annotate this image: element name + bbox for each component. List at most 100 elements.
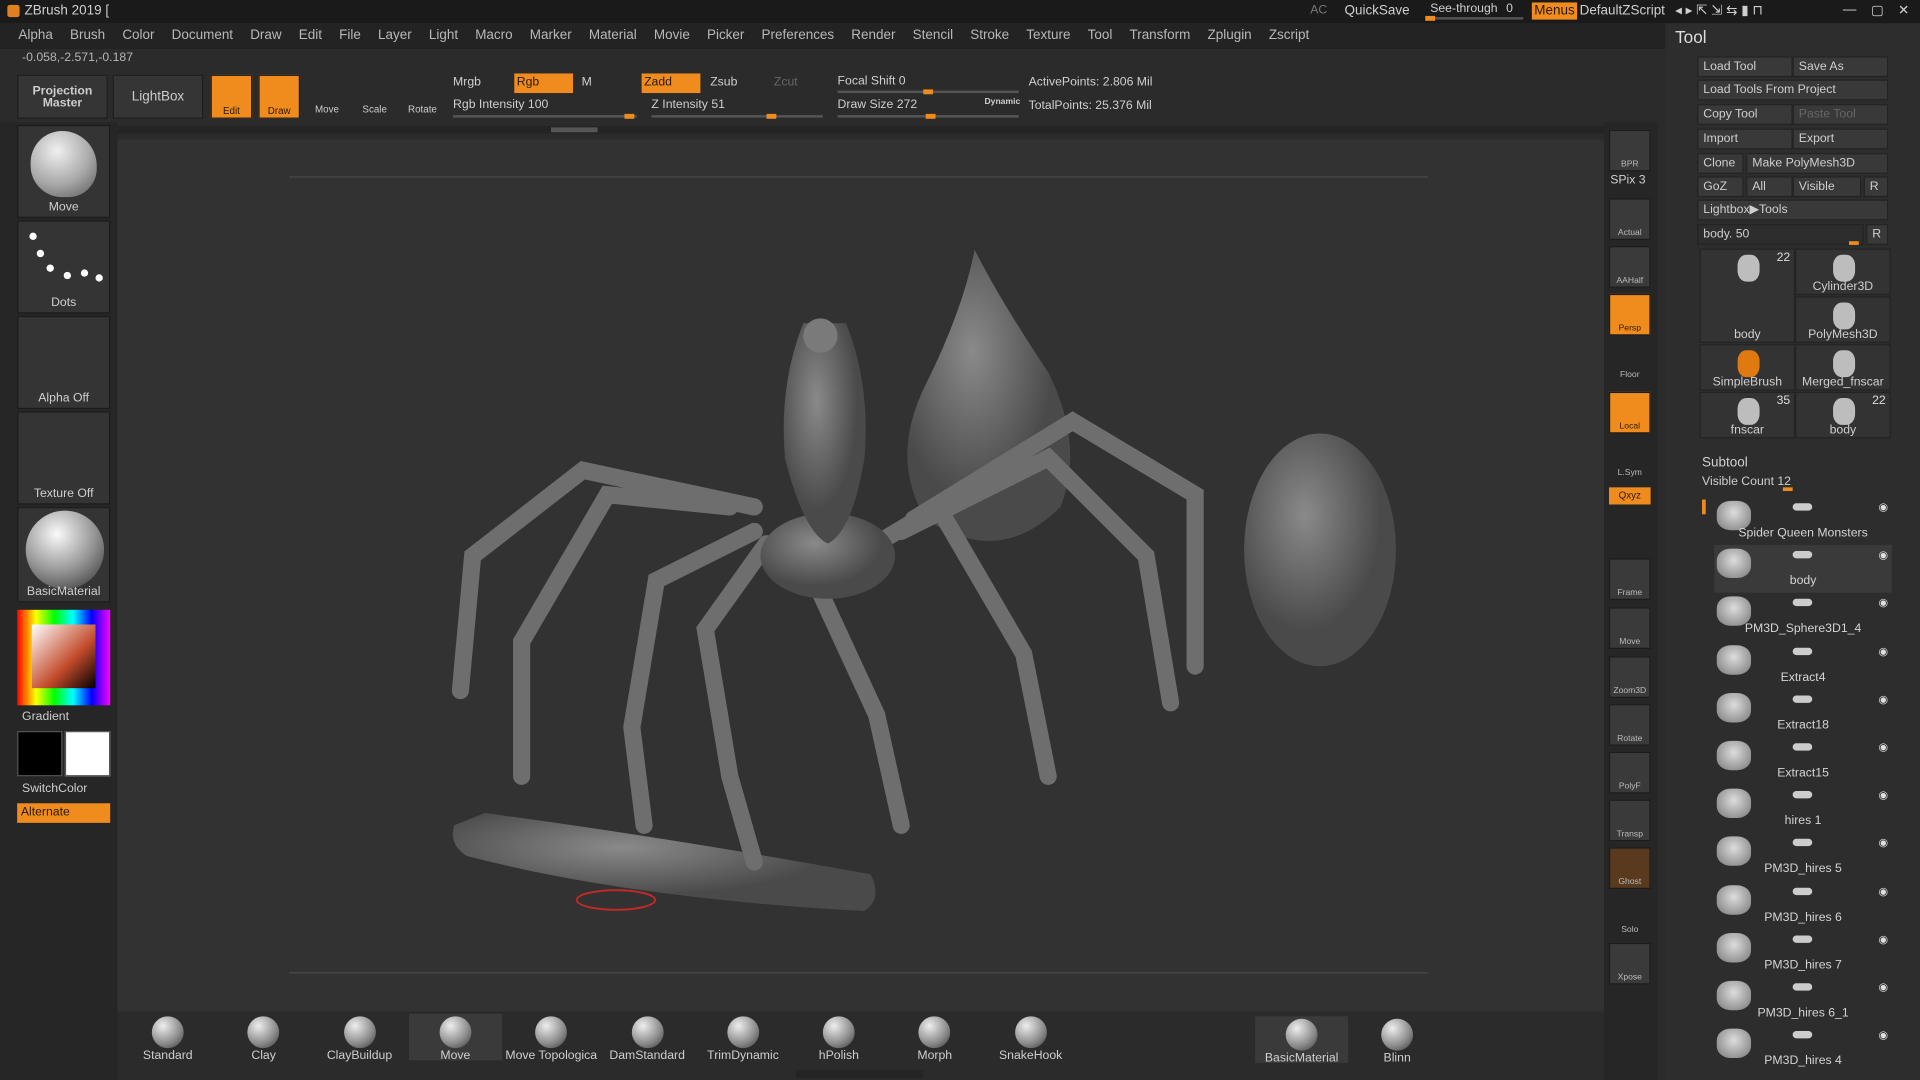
focal-shift-label[interactable]: Focal Shift 0 [838, 75, 906, 88]
eye-icon[interactable]: ◉ [1879, 837, 1889, 850]
subtool-item[interactable]: ◉ Extract18 [1714, 689, 1892, 737]
rgb-button[interactable]: Rgb [514, 73, 574, 94]
menu-color[interactable]: Color [114, 23, 163, 49]
subtool-header[interactable]: Subtool [1702, 456, 1748, 471]
lightbox-tools-button[interactable]: Lightbox▶Tools [1697, 199, 1889, 221]
brush-button[interactable]: SnakeHook [984, 1014, 1077, 1063]
subtool-toggle[interactable] [1792, 599, 1813, 607]
copy-tool-button[interactable]: Copy Tool [1697, 104, 1793, 125]
brush-button[interactable]: DamStandard [601, 1014, 694, 1063]
eye-icon[interactable]: ◉ [1879, 789, 1889, 802]
edit-mode-button[interactable]: Edit [210, 74, 253, 119]
menu-layer[interactable]: Layer [369, 23, 420, 49]
menu-edit[interactable]: Edit [290, 23, 330, 49]
texture-selector[interactable]: Texture Off [17, 411, 111, 505]
menu-zscript[interactable]: Zscript [1260, 23, 1318, 49]
subtool-item[interactable]: ◉ PM3D_hires 6 [1714, 881, 1892, 929]
subtool-item[interactable]: ◉ PM3D_hires 4 [1714, 1025, 1892, 1073]
load-tool-button[interactable]: Load Tool [1697, 56, 1793, 78]
menu-light[interactable]: Light [420, 23, 466, 49]
subtool-item[interactable]: ◉ body [1714, 545, 1892, 593]
make-polymesh-button[interactable]: Make PolyMesh3D [1746, 153, 1889, 174]
import-button[interactable]: Import [1697, 128, 1793, 150]
z-intensity-label[interactable]: Z Intensity 51 [651, 98, 725, 111]
subtool-toggle[interactable] [1792, 887, 1813, 895]
menu-brush[interactable]: Brush [61, 23, 113, 49]
menu-picker[interactable]: Picker [698, 23, 753, 49]
brush-button[interactable]: Clay [217, 1014, 310, 1063]
alpha-selector[interactable]: Alpha Off [17, 315, 111, 409]
aahalf-button[interactable]: AAHalf [1608, 246, 1651, 288]
brush-button[interactable]: Morph [888, 1014, 981, 1063]
m-button[interactable]: M [582, 76, 592, 89]
brush-button[interactable]: Standard [121, 1014, 214, 1063]
material-button[interactable]: Blinn [1351, 1016, 1444, 1065]
eye-icon[interactable]: ◉ [1879, 1029, 1889, 1042]
brush-button[interactable]: Move Topologica [505, 1014, 598, 1063]
brush-button[interactable]: hPolish [792, 1014, 885, 1063]
body-slider[interactable]: body. 50 [1697, 224, 1864, 245]
menu-texture[interactable]: Texture [1018, 23, 1079, 49]
ghost-button[interactable]: Ghost [1608, 847, 1651, 889]
menus-button[interactable]: Menus [1531, 2, 1578, 20]
subtool-item[interactable]: ◉ PM3D_hires 5 [1714, 833, 1892, 881]
actual-button[interactable]: Actual [1608, 198, 1651, 241]
default-zscript-button[interactable]: DefaultZScript [1580, 4, 1665, 19]
color-picker[interactable] [17, 609, 111, 706]
focal-shift-slider[interactable] [837, 89, 1019, 95]
clone-button[interactable]: Clone [1697, 153, 1744, 174]
brush-button[interactable]: Move [408, 1013, 502, 1063]
menu-tool[interactable]: Tool [1079, 23, 1121, 49]
menu-marker[interactable]: Marker [521, 23, 580, 49]
subtool-toggle[interactable] [1792, 551, 1813, 559]
subtool-toggle[interactable] [1792, 695, 1813, 703]
move-view-button[interactable]: Move [1608, 607, 1651, 649]
move-mode-button[interactable]: Move [306, 74, 348, 119]
draw-size-label[interactable]: Draw Size 272 [838, 98, 918, 111]
scale-mode-button[interactable]: Scale [353, 74, 396, 119]
subtool-toggle[interactable] [1792, 1031, 1813, 1039]
tool-header[interactable]: Tool [1675, 27, 1706, 47]
menu-draw[interactable]: Draw [242, 23, 291, 49]
eye-icon[interactable]: ◉ [1879, 741, 1889, 754]
eye-icon[interactable]: ◉ [1879, 933, 1889, 946]
rotate-mode-button[interactable]: Rotate [401, 74, 444, 119]
eye-icon[interactable]: ◉ [1879, 501, 1889, 514]
subtool-item[interactable]: ◉ Spider Queen Monsters [1714, 497, 1892, 545]
mrgb-button[interactable]: Mrgb [453, 76, 481, 89]
tool-thumb[interactable]: body 22 [1795, 391, 1891, 439]
xpose-button[interactable]: Xpose [1608, 942, 1651, 985]
menu-material[interactable]: Material [580, 23, 645, 49]
seethrough-slider[interactable] [1425, 15, 1524, 21]
load-tools-from-project-button[interactable]: Load Tools From Project [1697, 79, 1889, 101]
main-color-swatch[interactable] [17, 731, 63, 777]
subtool-item[interactable]: ◉ PM3D_Sphere3D1_4 [1714, 593, 1892, 641]
menu-macro[interactable]: Macro [467, 23, 522, 49]
brush-selector[interactable]: Move [17, 124, 111, 218]
lightbox-button[interactable]: LightBox [112, 74, 204, 119]
draw-size-slider[interactable] [837, 113, 1019, 119]
menu-stroke[interactable]: Stroke [962, 23, 1018, 49]
stroke-selector[interactable]: Dots [17, 220, 111, 314]
top-scrollbar[interactable] [117, 126, 1605, 134]
menu-zplugin[interactable]: Zplugin [1199, 23, 1260, 49]
zcut-button[interactable]: Zcut [774, 76, 798, 89]
subtool-toggle[interactable] [1792, 791, 1813, 799]
goz-button[interactable]: GoZ [1697, 176, 1744, 198]
bottom-scrollbar[interactable] [795, 1070, 924, 1078]
z-intensity-slider[interactable] [651, 113, 823, 119]
eye-icon[interactable]: ◉ [1879, 981, 1889, 994]
transp-button[interactable]: Transp [1608, 799, 1651, 842]
eye-icon[interactable]: ◉ [1879, 549, 1889, 562]
bpr-button[interactable]: BPR [1608, 129, 1651, 172]
menu-alpha[interactable]: Alpha [10, 23, 62, 49]
quicksave-button[interactable]: QuickSave [1344, 4, 1409, 19]
paste-tool-button[interactable]: Paste Tool [1792, 104, 1889, 125]
switchcolor-button[interactable]: SwitchColor [22, 782, 87, 795]
gradient-toggle[interactable]: Gradient [22, 710, 69, 723]
menu-transform[interactable]: Transform [1121, 23, 1199, 49]
subtool-toggle[interactable] [1792, 647, 1813, 655]
subtool-item[interactable]: ◉ PM3D_hires 7 [1714, 929, 1892, 977]
tool-thumb[interactable]: fnscar 35 [1699, 391, 1796, 439]
rgb-intensity-slider[interactable] [453, 113, 637, 119]
